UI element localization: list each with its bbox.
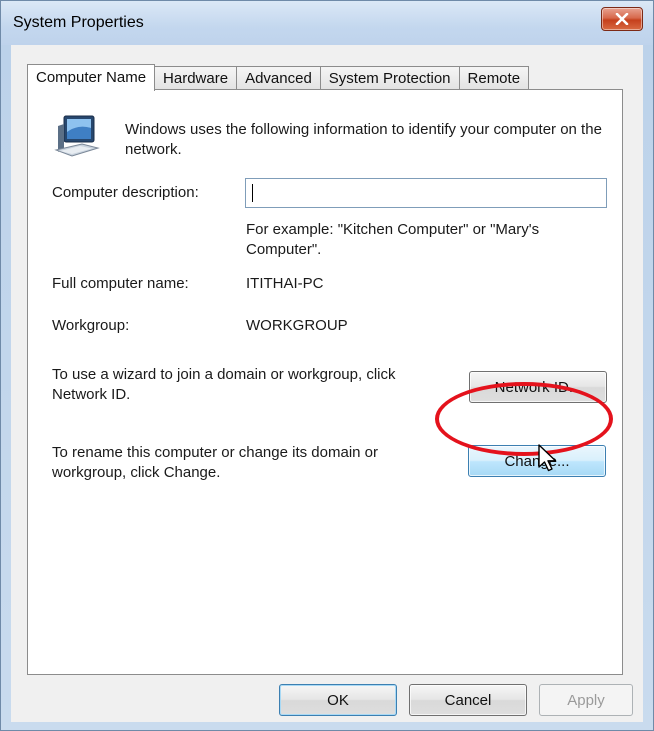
computer-name-panel: Windows uses the following information t… (27, 89, 623, 675)
tab-computer-name[interactable]: Computer Name (27, 64, 156, 91)
dialog-client-area: Computer Name Hardware Advanced System P… (11, 45, 643, 722)
tab-advanced[interactable]: Advanced (236, 66, 321, 90)
workgroup-label: Workgroup: (52, 317, 130, 334)
rename-text: To rename this computer or change its do… (52, 444, 378, 481)
tab-hardware[interactable]: Hardware (154, 66, 238, 90)
workgroup-value: WORKGROUP (246, 317, 348, 334)
computer-icon (54, 115, 100, 157)
ok-button[interactable]: OK (279, 684, 397, 716)
title-bar[interactable]: System Properties (1, 1, 653, 45)
example-text: For example: "Kitchen Computer" or "Mary… (246, 221, 540, 258)
description-label: Computer description: (52, 184, 199, 201)
computer-description-input[interactable] (245, 178, 607, 208)
apply-button: Apply (539, 684, 633, 716)
text-caret (252, 184, 253, 202)
close-button[interactable] (601, 7, 643, 31)
window-title: System Properties (13, 14, 144, 31)
full-name-label: Full computer name: (52, 275, 189, 292)
cancel-button[interactable]: Cancel (409, 684, 527, 716)
system-properties-window: System Properties Computer Name Hardware… (0, 0, 654, 731)
tab-system-protection[interactable]: System Protection (319, 66, 460, 90)
network-id-button[interactable]: Network ID... (469, 371, 607, 403)
mouse-cursor-icon (538, 444, 557, 472)
tab-remote[interactable]: Remote (458, 66, 530, 90)
network-id-text: To use a wizard to join a domain or work… (52, 366, 396, 403)
close-icon (615, 13, 629, 25)
full-name-value: ITITHAI-PC (246, 275, 324, 292)
tab-strip: Computer Name Hardware Advanced System P… (27, 63, 530, 91)
intro-text: Windows uses the following information t… (125, 121, 602, 158)
